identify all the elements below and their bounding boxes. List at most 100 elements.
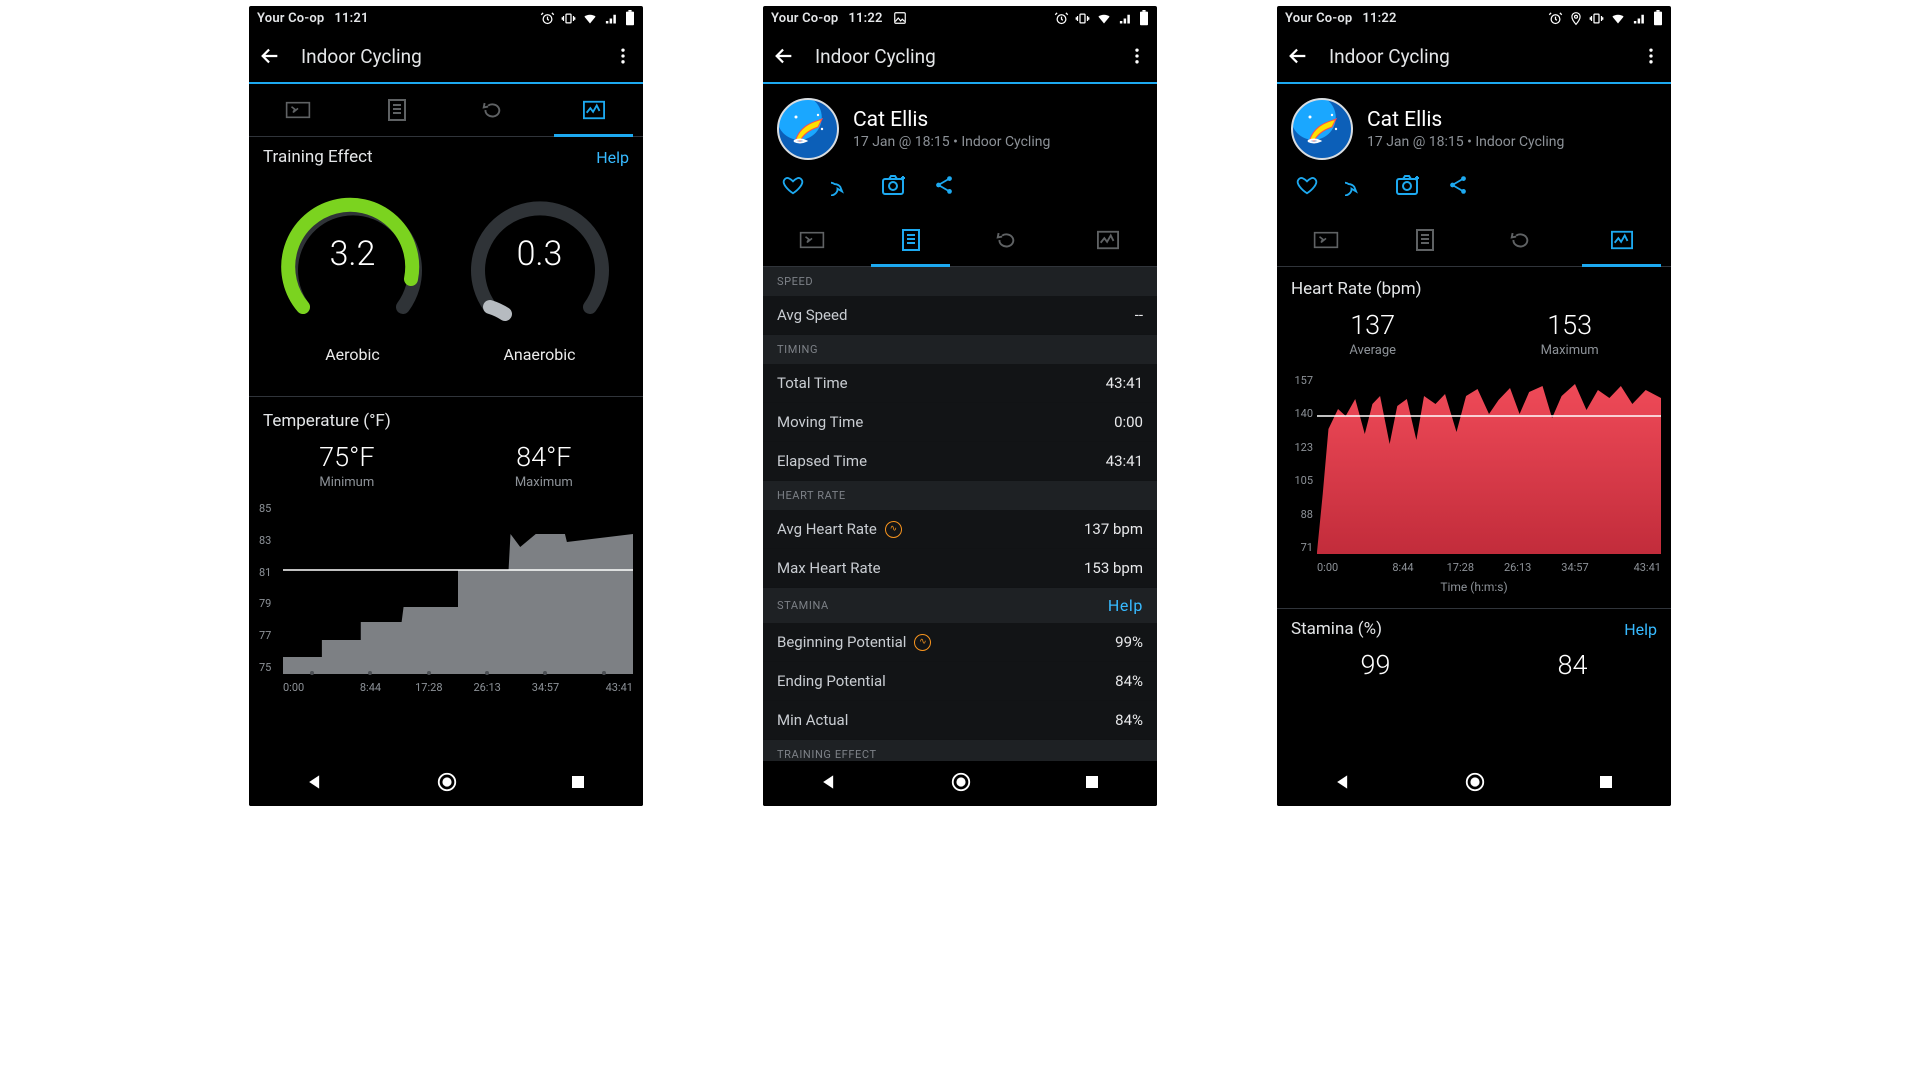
system-nav-bar	[249, 761, 643, 806]
signal-icon	[604, 11, 619, 26]
back-button[interactable]	[773, 45, 795, 67]
photo-button[interactable]	[881, 174, 907, 200]
photo-button[interactable]	[1395, 174, 1421, 200]
tab-laps[interactable]	[446, 84, 545, 136]
row-min-actual: Min Actual84%	[763, 701, 1157, 740]
xtick: 34:57	[532, 681, 559, 694]
row-end-potential: Ending Potential84%	[763, 662, 1157, 701]
tab-laps[interactable]	[960, 214, 1059, 266]
wifi-icon	[582, 11, 598, 26]
anaerobic-label: Anaerobic	[503, 345, 575, 364]
row-avg-hr: Avg Heart Rate∿137 bpm	[763, 510, 1157, 549]
tab-overview[interactable]	[763, 214, 862, 266]
overflow-menu-button[interactable]	[1641, 46, 1661, 66]
xtick: 34:57	[1561, 561, 1588, 574]
nav-home-button[interactable]	[436, 771, 458, 797]
profile-subtitle: 17 Jan @ 18:15 • Indoor Cycling	[853, 134, 1050, 150]
xtick: 0:00	[283, 681, 304, 694]
ytick: 157	[1287, 374, 1313, 387]
group-training-effect: TRAINING EFFECT	[777, 748, 877, 761]
group-timing: TIMING	[777, 343, 818, 356]
help-link[interactable]: Help	[1624, 620, 1657, 639]
ytick: 83	[259, 534, 271, 547]
tab-stats[interactable]	[1376, 214, 1475, 266]
wifi-icon	[1096, 11, 1112, 26]
app-bar: Indoor Cycling	[249, 30, 643, 84]
stamina-title: Stamina (%)	[1291, 619, 1382, 639]
nav-home-button[interactable]	[1464, 771, 1486, 797]
aerobic-label: Aerobic	[325, 345, 380, 364]
status-bar: Your Co-op 11:22	[763, 6, 1157, 30]
clock-label: 11:22	[1362, 11, 1396, 26]
back-button[interactable]	[259, 45, 281, 67]
ytick: 77	[259, 629, 271, 642]
tab-overview[interactable]	[1277, 214, 1376, 266]
nav-recent-button[interactable]	[1597, 773, 1615, 795]
tab-charts[interactable]	[1573, 214, 1672, 266]
avatar[interactable]	[777, 98, 839, 160]
xtick: 8:44	[360, 681, 381, 694]
tab-charts[interactable]	[1059, 214, 1158, 266]
anaerobic-gauge: 0.3	[455, 179, 625, 329]
row-total-time: Total Time43:41	[763, 364, 1157, 403]
nav-back-button[interactable]	[1333, 772, 1353, 796]
overflow-menu-button[interactable]	[1127, 46, 1147, 66]
clock-label: 11:21	[334, 11, 368, 26]
tab-overview[interactable]	[249, 84, 348, 136]
comment-button[interactable]	[831, 174, 855, 200]
group-heart-rate: HEART RATE	[777, 489, 846, 502]
tab-stats[interactable]	[348, 84, 447, 136]
help-link[interactable]: Help	[596, 148, 629, 167]
ytick: 75	[259, 661, 271, 674]
tab-strip	[249, 84, 643, 137]
like-button[interactable]	[1295, 174, 1319, 200]
battery-icon	[625, 10, 635, 26]
avatar[interactable]	[1291, 98, 1353, 160]
overflow-menu-button[interactable]	[613, 46, 633, 66]
vibrate-icon	[1075, 11, 1090, 26]
row-beg-potential: Beginning Potential∿99%	[763, 623, 1157, 662]
screenshot-icon	[893, 11, 907, 25]
profile-name: Cat Ellis	[1367, 108, 1564, 132]
share-button[interactable]	[933, 174, 955, 200]
pulse-icon: ∿	[914, 634, 931, 651]
help-link[interactable]: Help	[1108, 596, 1143, 615]
ytick: 105	[1287, 474, 1313, 487]
aerobic-gauge: 3.2	[268, 179, 438, 329]
row-elapsed-time: Elapsed Time43:41	[763, 442, 1157, 481]
wifi-icon	[1610, 11, 1626, 26]
ytick: 79	[259, 597, 271, 610]
profile-subtitle: 17 Jan @ 18:15 • Indoor Cycling	[1367, 134, 1564, 150]
tab-strip	[1277, 214, 1671, 267]
aerobic-value: 3.2	[330, 234, 376, 274]
temperature-title: Temperature (°F)	[263, 411, 391, 431]
temp-min-value: 75°F	[319, 441, 374, 473]
tab-laps[interactable]	[1474, 214, 1573, 266]
xtick: 17:28	[415, 681, 442, 694]
signal-icon	[1118, 11, 1133, 26]
status-bar: Your Co-op 11:21	[249, 6, 643, 30]
nav-home-button[interactable]	[950, 771, 972, 797]
back-button[interactable]	[1287, 45, 1309, 67]
nav-back-button[interactable]	[305, 772, 325, 796]
nav-recent-button[interactable]	[569, 773, 587, 795]
hr-avg-label: Average	[1349, 343, 1396, 358]
stamina-right: 84	[1558, 649, 1588, 681]
signal-icon	[1632, 11, 1647, 26]
hr-xlabel: Time (h:m:s)	[1277, 580, 1671, 594]
profile-name: Cat Ellis	[853, 108, 1050, 132]
vibrate-icon	[561, 11, 576, 26]
carrier-label: Your Co-op	[257, 11, 324, 26]
nav-back-button[interactable]	[819, 772, 839, 796]
like-button[interactable]	[781, 174, 805, 200]
hr-avg-value: 137	[1349, 309, 1396, 341]
comment-button[interactable]	[1345, 174, 1369, 200]
tab-charts[interactable]	[545, 84, 644, 136]
group-stamina: STAMINA	[777, 599, 829, 612]
vibrate-icon	[1589, 11, 1604, 26]
share-button[interactable]	[1447, 174, 1469, 200]
tab-stats[interactable]	[862, 214, 961, 266]
hr-max-value: 153	[1541, 309, 1599, 341]
xtick: 26:13	[473, 681, 500, 694]
nav-recent-button[interactable]	[1083, 773, 1101, 795]
